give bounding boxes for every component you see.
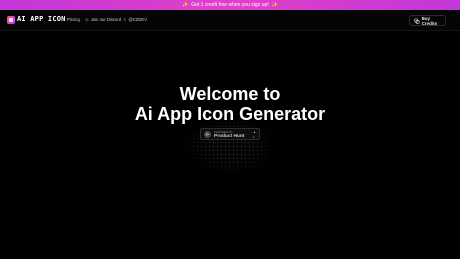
- upvote-arrow-icon: ▲: [253, 130, 256, 134]
- buy-credits-button[interactable]: Buy Credits: [409, 15, 446, 26]
- discord-icon: ◎: [85, 17, 89, 22]
- x-icon: 𝕏: [123, 17, 127, 22]
- nav-link-twitter[interactable]: 𝕏 @CZDEV: [123, 17, 147, 22]
- nav-link-discord[interactable]: ◎ Join our Discord: [85, 17, 121, 22]
- product-hunt-label: Product Hunt: [214, 134, 245, 139]
- logo-text[interactable]: AI APP ICON: [17, 15, 66, 23]
- hero-line-2: Ai App Icon Generator: [134, 104, 326, 124]
- hero-title: Welcome to Ai App Icon Generator: [0, 84, 460, 124]
- nav-link-pricing[interactable]: Pricing: [67, 17, 80, 22]
- promo-banner[interactable]: ✨ Get 1 credit free when you sign up! ✨: [0, 0, 460, 10]
- upvote-count: 1: [253, 135, 255, 139]
- app-logo-icon[interactable]: [7, 16, 15, 24]
- sparkle-icon: ✨: [271, 2, 278, 8]
- product-hunt-badge[interactable]: P FEATURED ON Product Hunt ▲ 1: [200, 128, 260, 140]
- coins-icon: [414, 17, 420, 24]
- buy-credits-label: Buy Credits: [421, 15, 438, 26]
- nav-link-label: Join our Discord: [90, 17, 122, 22]
- top-nav: AI APP ICON Pricing ◎ Join our Discord 𝕏…: [0, 10, 460, 31]
- nav-link-label: @CZDEV: [128, 17, 147, 22]
- hero-line-1: Welcome to: [179, 84, 281, 104]
- promo-text: Get 1 credit free when you sign up!: [191, 2, 269, 8]
- product-hunt-icon: P: [204, 131, 211, 138]
- sparkle-icon: ✨: [181, 2, 189, 8]
- background-grid: [185, 118, 275, 173]
- nav-link-label: Pricing: [67, 17, 80, 22]
